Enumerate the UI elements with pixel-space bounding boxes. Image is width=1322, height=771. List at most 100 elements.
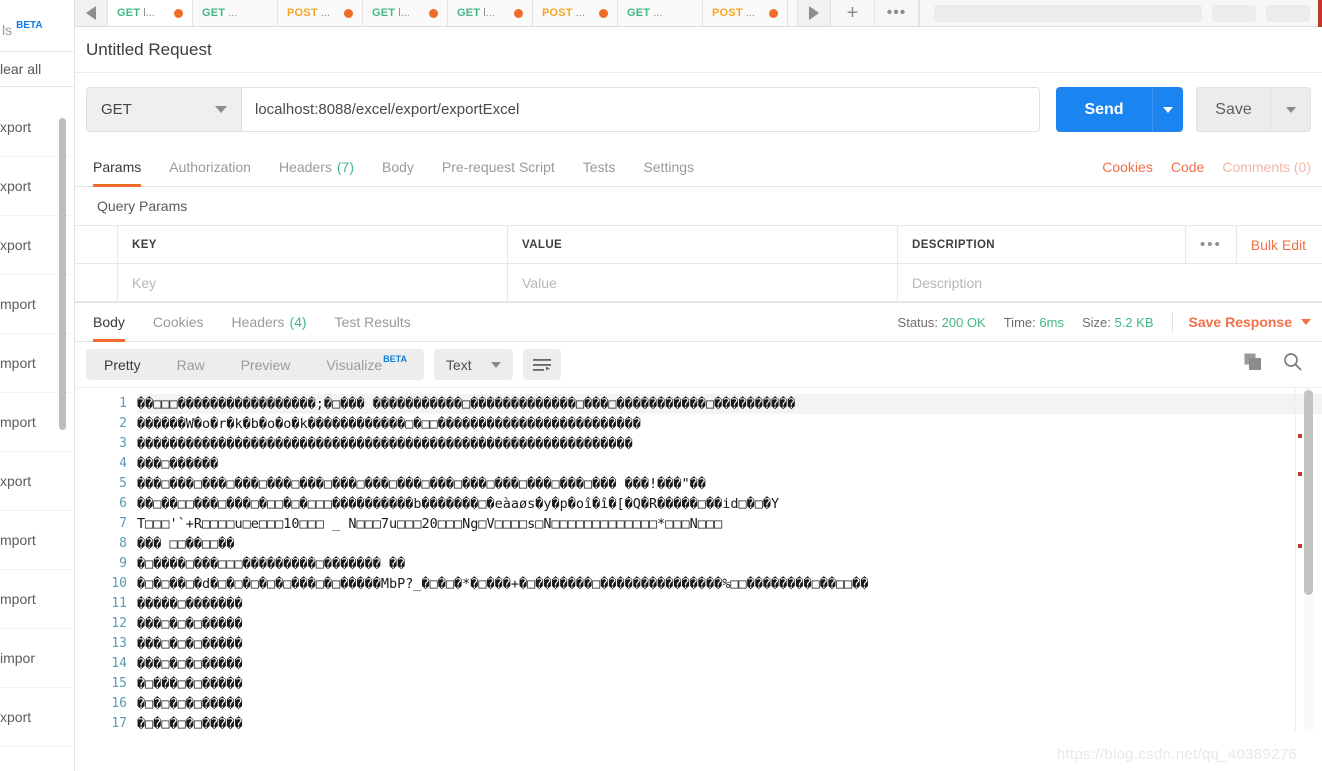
minimap-mark: [1298, 544, 1302, 548]
tab-name-label: l...: [398, 7, 410, 19]
line-number: 14: [111, 656, 127, 671]
line-number: 2: [119, 416, 127, 431]
tab-method-label: GET: [372, 7, 396, 19]
request-tab-3[interactable]: GET l...: [363, 0, 448, 26]
tab-settings[interactable]: Settings: [629, 147, 708, 187]
save-response-button[interactable]: Save Response: [1189, 314, 1311, 330]
value-input-cell[interactable]: Value: [508, 264, 898, 301]
tab-options-button[interactable]: •••: [875, 0, 919, 26]
url-row: GET localhost:8088/excel/export/exportEx…: [75, 73, 1322, 147]
table-options-button[interactable]: •••: [1184, 225, 1236, 264]
tab-body[interactable]: Body: [368, 147, 428, 187]
response-format-label: Text: [446, 356, 472, 373]
environment-settings-button[interactable]: [1266, 4, 1310, 22]
row-checkbox-cell[interactable]: [75, 264, 118, 301]
query-params-table: KEY VALUE DESCRIPTION ••• Bulk Edit Key: [75, 225, 1322, 302]
line-number: 1: [119, 396, 127, 411]
send-options-button[interactable]: [1152, 87, 1183, 132]
line-number: 12: [111, 616, 127, 631]
line-number: 17: [111, 716, 127, 731]
tab-label: Headers: [278, 158, 332, 175]
viewer-mode-raw[interactable]: Raw: [159, 349, 223, 380]
tab-scroll-right-button[interactable]: [798, 0, 831, 26]
tab-name-label: ...: [320, 7, 330, 19]
save-options-button[interactable]: [1270, 87, 1311, 132]
chevron-left-icon: [86, 6, 96, 20]
comments-link[interactable]: Comments (0): [1213, 159, 1311, 175]
line-number: 13: [111, 636, 127, 651]
page-title: Untitled Request: [86, 39, 212, 59]
column-label: VALUE: [522, 238, 563, 251]
tab-scroll-left-button[interactable]: [75, 0, 108, 26]
send-button[interactable]: Send: [1056, 87, 1152, 132]
viewer-mode-visualize[interactable]: Visualize BETA: [308, 349, 424, 380]
response-body-viewer[interactable]: 1 2 3 4 5 6 7 8 9 10 11 12 13 14 15 16 1: [75, 387, 1322, 732]
new-tab-button[interactable]: +: [831, 0, 875, 26]
code-line: ���□������: [137, 456, 219, 472]
tab-strip-spacer: [788, 0, 798, 26]
request-tab-0[interactable]: GET l...: [108, 0, 193, 26]
list-item[interactable]: xport: [0, 452, 74, 511]
environment-quick-look-button[interactable]: [1212, 4, 1256, 22]
request-links: Cookies Code Comments (0): [1093, 159, 1311, 175]
code-line: ��□��□□���□���□�□□�□�□□□����������b�����…: [137, 496, 780, 512]
line-number: 6: [119, 496, 127, 511]
request-section-tabs: Params Authorization Headers (7) Body Pr…: [75, 147, 1322, 187]
search-button[interactable]: [1283, 352, 1303, 377]
query-params-title: Query Params: [97, 198, 188, 214]
tab-count: (4): [289, 314, 307, 330]
request-tab-1[interactable]: GET ...: [193, 0, 278, 26]
response-scrollbar-thumb[interactable]: [1304, 390, 1313, 595]
tab-name-label: ...: [745, 7, 755, 19]
tab-method-label: GET: [202, 7, 226, 19]
response-tab-headers[interactable]: Headers (4): [218, 302, 321, 342]
http-method-select[interactable]: GET: [86, 87, 241, 132]
tab-headers[interactable]: Headers (7): [265, 147, 368, 187]
key-input-cell[interactable]: Key: [118, 264, 508, 301]
save-button[interactable]: Save: [1196, 87, 1270, 132]
code-line: �□�□�□�□�����: [137, 716, 243, 732]
url-input[interactable]: localhost:8088/excel/export/exportExcel: [241, 87, 1040, 132]
tab-pre-request-script[interactable]: Pre-request Script: [428, 147, 569, 187]
list-item[interactable]: mport: [0, 570, 74, 629]
code-line: �□�□��□�d�□�□�□�□�□���□�□�����MbP?_�□�□�…: [137, 576, 869, 592]
cookies-link[interactable]: Cookies: [1093, 159, 1162, 175]
request-tab-4[interactable]: GET l...: [448, 0, 533, 26]
tab-params[interactable]: Params: [86, 147, 155, 187]
code-link[interactable]: Code: [1162, 159, 1213, 175]
line-number: 5: [119, 476, 127, 491]
list-item[interactable]: xport: [0, 688, 74, 747]
code-line: �□���□�□�����: [137, 676, 243, 692]
tab-label: Body: [382, 158, 414, 175]
bulk-edit-button[interactable]: Bulk Edit: [1235, 225, 1322, 264]
viewer-mode-pretty[interactable]: Pretty: [86, 349, 159, 380]
response-tab-cookies[interactable]: Cookies: [139, 302, 218, 342]
response-viewer-toolbar: Pretty Raw Preview Visualize BETA Text: [75, 342, 1322, 387]
environment-select[interactable]: [934, 4, 1202, 22]
copy-button[interactable]: [1244, 353, 1263, 377]
viewer-mode-visualize-label: Visualize: [326, 356, 383, 373]
select-all-checkbox-cell[interactable]: [75, 226, 118, 263]
tab-authorization[interactable]: Authorization: [155, 147, 265, 187]
response-tab-body[interactable]: Body: [86, 302, 139, 342]
tab-method-label: POST: [287, 7, 318, 19]
watermark: https://blog.csdn.net/qq_40389276: [1056, 746, 1297, 763]
request-tab-2[interactable]: POST ...: [278, 0, 363, 26]
unsaved-dot-icon: [344, 8, 353, 18]
response-tab-test-results[interactable]: Test Results: [321, 302, 425, 342]
sidebar-scrollbar-thumb[interactable]: [59, 118, 66, 430]
column-header-value: VALUE: [508, 226, 898, 263]
request-tab-5[interactable]: POST ...: [533, 0, 618, 26]
list-item[interactable]: impor: [0, 629, 74, 688]
tab-tests[interactable]: Tests: [569, 147, 630, 187]
wrap-lines-button[interactable]: [523, 349, 562, 380]
request-tab-7[interactable]: POST ...: [703, 0, 788, 26]
sidebar-clear-all-button[interactable]: lear all: [0, 52, 74, 87]
viewer-mode-preview[interactable]: Preview: [223, 349, 309, 380]
description-input-cell[interactable]: Description: [898, 264, 1322, 301]
request-tab-6[interactable]: GET ...: [618, 0, 703, 26]
unsaved-dot-icon: [174, 8, 183, 18]
list-item[interactable]: mport: [0, 511, 74, 570]
response-format-select[interactable]: Text: [434, 349, 514, 380]
tab-name-label: l...: [483, 7, 495, 19]
